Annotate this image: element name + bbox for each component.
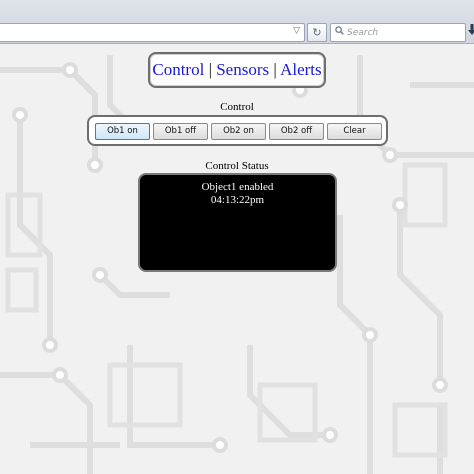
status-message: Object1 enabled xyxy=(201,181,274,193)
reload-button[interactable]: ↻ xyxy=(307,23,327,42)
control-section-title: Control xyxy=(220,101,254,113)
nav-separator: | xyxy=(273,60,277,79)
ob1-off-button[interactable]: Ob1 off xyxy=(153,123,208,140)
ob1-on-button[interactable]: Ob1 on xyxy=(95,123,150,140)
search-placeholder: Search xyxy=(347,28,379,38)
status-section-title: Control Status xyxy=(205,160,269,172)
ob2-on-button[interactable]: Ob2 on xyxy=(211,123,266,140)
nav-link-control[interactable]: Control xyxy=(152,60,204,79)
nav-separator: | xyxy=(208,60,212,79)
url-dropdown-icon[interactable]: ▽ xyxy=(293,26,300,36)
clear-button[interactable]: Clear xyxy=(327,123,382,140)
control-button-panel: Ob1 on Ob1 off Ob2 on Ob2 off Clear xyxy=(87,115,388,146)
download-icon[interactable] xyxy=(468,24,474,39)
search-icon xyxy=(335,26,344,38)
ob2-off-button[interactable]: Ob2 off xyxy=(269,123,324,140)
nav-link-sensors[interactable]: Sensors xyxy=(216,60,269,79)
nav-link-alerts[interactable]: Alerts xyxy=(280,60,322,79)
address-bar[interactable]: ▽ xyxy=(0,23,305,42)
browser-toolbar: ▽ ↻ Search xyxy=(0,0,474,44)
search-input[interactable]: Search xyxy=(330,23,466,42)
status-display: Object1 enabled 04:13:22pm xyxy=(138,173,337,272)
main-nav: Control | Sensors | Alerts xyxy=(148,52,326,88)
status-timestamp: 04:13:22pm xyxy=(210,194,265,206)
